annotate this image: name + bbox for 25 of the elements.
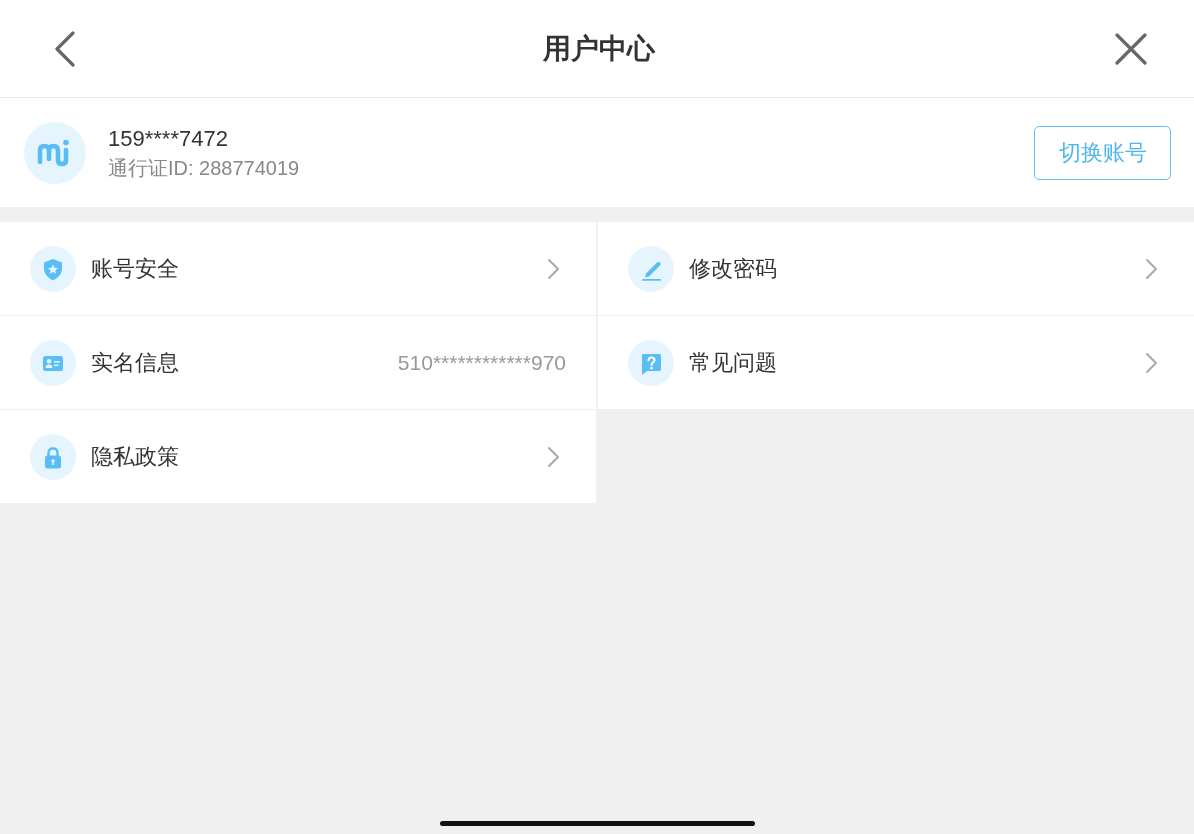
page-title: 用户中心 — [541, 31, 656, 66]
menu-label: 实名信息 — [91, 348, 179, 377]
pass-id: 通行证ID: 288774019 — [108, 155, 301, 181]
menu-label: 修改密码 — [689, 254, 777, 283]
menu-item[interactable]: 实名信息 510************970 — [0, 316, 596, 409]
pencil-icon — [628, 245, 674, 292]
menu-item[interactable]: 常见问题 — [598, 316, 1194, 409]
chevron-right-icon — [547, 257, 560, 280]
logo-icon — [24, 121, 86, 184]
menu-label: 常见问题 — [689, 348, 777, 377]
menu-item[interactable]: 修改密码 — [598, 222, 1194, 315]
chevron-right-icon — [1145, 351, 1158, 374]
menu-value: 510************970 — [397, 350, 566, 375]
chevron-right-icon — [1145, 257, 1158, 280]
phone-number: 159****7472 — [108, 124, 229, 153]
chevron-right-icon — [547, 445, 560, 468]
menu-label: 隐私政策 — [91, 442, 179, 471]
lock-icon — [30, 433, 76, 480]
close-icon[interactable] — [1115, 32, 1147, 65]
id-card-icon — [30, 339, 76, 386]
back-icon[interactable] — [54, 30, 76, 67]
menu-item[interactable]: 账号安全 — [0, 222, 596, 315]
menu-item[interactable]: 隐私政策 — [0, 410, 596, 503]
question-bubble-icon — [628, 339, 674, 386]
menu-label: 账号安全 — [91, 254, 179, 283]
